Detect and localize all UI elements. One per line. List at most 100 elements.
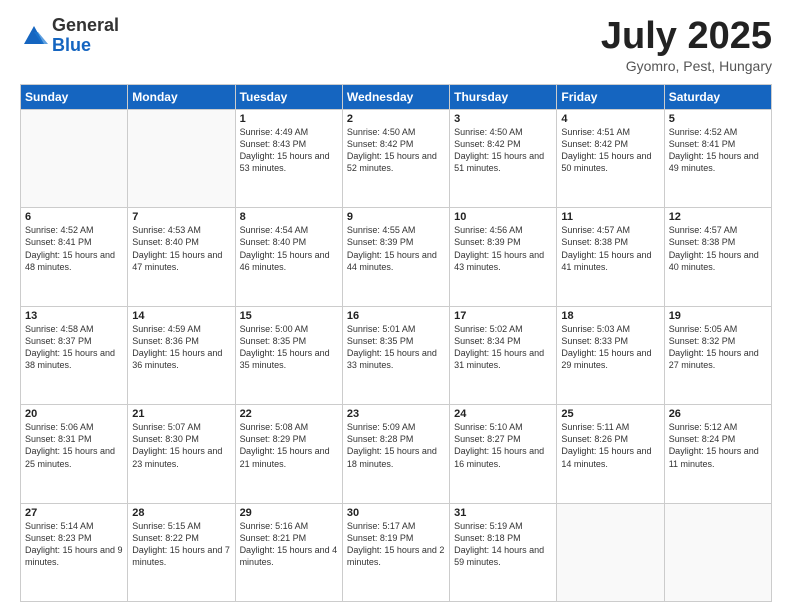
cell-info: Sunrise: 4:53 AMSunset: 8:40 PMDaylight:… xyxy=(132,224,230,273)
day-number: 4 xyxy=(561,113,659,125)
day-number: 15 xyxy=(240,310,338,322)
cell-info: Sunrise: 4:52 AMSunset: 8:41 PMDaylight:… xyxy=(669,126,767,175)
day-number: 5 xyxy=(669,113,767,125)
table-row xyxy=(557,503,664,601)
day-number: 12 xyxy=(669,211,767,223)
header: General Blue July 2025 Gyomro, Pest, Hun… xyxy=(20,16,772,74)
day-number: 11 xyxy=(561,211,659,223)
table-row: 4 Sunrise: 4:51 AMSunset: 8:42 PMDayligh… xyxy=(557,109,664,207)
table-row xyxy=(128,109,235,207)
day-number: 22 xyxy=(240,408,338,420)
day-number: 6 xyxy=(25,211,123,223)
logo-blue: Blue xyxy=(52,36,119,56)
table-row: 13 Sunrise: 4:58 AMSunset: 8:37 PMDaylig… xyxy=(21,306,128,404)
calendar-week-row: 6 Sunrise: 4:52 AMSunset: 8:41 PMDayligh… xyxy=(21,208,772,306)
table-row: 12 Sunrise: 4:57 AMSunset: 8:38 PMDaylig… xyxy=(664,208,771,306)
calendar-table: Sunday Monday Tuesday Wednesday Thursday… xyxy=(20,84,772,602)
table-row: 8 Sunrise: 4:54 AMSunset: 8:40 PMDayligh… xyxy=(235,208,342,306)
table-row: 16 Sunrise: 5:01 AMSunset: 8:35 PMDaylig… xyxy=(342,306,449,404)
day-number: 30 xyxy=(347,507,445,519)
cell-info: Sunrise: 5:10 AMSunset: 8:27 PMDaylight:… xyxy=(454,421,552,470)
day-number: 21 xyxy=(132,408,230,420)
table-row xyxy=(21,109,128,207)
day-number: 31 xyxy=(454,507,552,519)
table-row: 2 Sunrise: 4:50 AMSunset: 8:42 PMDayligh… xyxy=(342,109,449,207)
cell-info: Sunrise: 5:07 AMSunset: 8:30 PMDaylight:… xyxy=(132,421,230,470)
logo: General Blue xyxy=(20,16,119,56)
col-sunday: Sunday xyxy=(21,84,128,109)
cell-info: Sunrise: 5:08 AMSunset: 8:29 PMDaylight:… xyxy=(240,421,338,470)
table-row: 30 Sunrise: 5:17 AMSunset: 8:19 PMDaylig… xyxy=(342,503,449,601)
day-number: 17 xyxy=(454,310,552,322)
day-number: 9 xyxy=(347,211,445,223)
day-number: 2 xyxy=(347,113,445,125)
cell-info: Sunrise: 4:51 AMSunset: 8:42 PMDaylight:… xyxy=(561,126,659,175)
title-area: July 2025 Gyomro, Pest, Hungary xyxy=(601,16,772,74)
calendar-header-row: Sunday Monday Tuesday Wednesday Thursday… xyxy=(21,84,772,109)
cell-info: Sunrise: 5:09 AMSunset: 8:28 PMDaylight:… xyxy=(347,421,445,470)
logo-icon xyxy=(20,22,48,50)
cell-info: Sunrise: 5:17 AMSunset: 8:19 PMDaylight:… xyxy=(347,520,445,569)
cell-info: Sunrise: 5:05 AMSunset: 8:32 PMDaylight:… xyxy=(669,323,767,372)
col-wednesday: Wednesday xyxy=(342,84,449,109)
day-number: 3 xyxy=(454,113,552,125)
calendar-week-row: 1 Sunrise: 4:49 AMSunset: 8:43 PMDayligh… xyxy=(21,109,772,207)
cell-info: Sunrise: 4:58 AMSunset: 8:37 PMDaylight:… xyxy=(25,323,123,372)
cell-info: Sunrise: 5:02 AMSunset: 8:34 PMDaylight:… xyxy=(454,323,552,372)
day-number: 8 xyxy=(240,211,338,223)
table-row: 14 Sunrise: 4:59 AMSunset: 8:36 PMDaylig… xyxy=(128,306,235,404)
table-row: 9 Sunrise: 4:55 AMSunset: 8:39 PMDayligh… xyxy=(342,208,449,306)
day-number: 18 xyxy=(561,310,659,322)
cell-info: Sunrise: 5:03 AMSunset: 8:33 PMDaylight:… xyxy=(561,323,659,372)
day-number: 27 xyxy=(25,507,123,519)
table-row: 27 Sunrise: 5:14 AMSunset: 8:23 PMDaylig… xyxy=(21,503,128,601)
table-row: 22 Sunrise: 5:08 AMSunset: 8:29 PMDaylig… xyxy=(235,405,342,503)
table-row: 7 Sunrise: 4:53 AMSunset: 8:40 PMDayligh… xyxy=(128,208,235,306)
page: General Blue July 2025 Gyomro, Pest, Hun… xyxy=(0,0,792,612)
cell-info: Sunrise: 5:11 AMSunset: 8:26 PMDaylight:… xyxy=(561,421,659,470)
cell-info: Sunrise: 5:19 AMSunset: 8:18 PMDaylight:… xyxy=(454,520,552,569)
table-row: 6 Sunrise: 4:52 AMSunset: 8:41 PMDayligh… xyxy=(21,208,128,306)
calendar-week-row: 27 Sunrise: 5:14 AMSunset: 8:23 PMDaylig… xyxy=(21,503,772,601)
cell-info: Sunrise: 4:49 AMSunset: 8:43 PMDaylight:… xyxy=(240,126,338,175)
table-row: 10 Sunrise: 4:56 AMSunset: 8:39 PMDaylig… xyxy=(450,208,557,306)
day-number: 24 xyxy=(454,408,552,420)
table-row: 18 Sunrise: 5:03 AMSunset: 8:33 PMDaylig… xyxy=(557,306,664,404)
cell-info: Sunrise: 5:12 AMSunset: 8:24 PMDaylight:… xyxy=(669,421,767,470)
location-subtitle: Gyomro, Pest, Hungary xyxy=(601,58,772,74)
cell-info: Sunrise: 5:15 AMSunset: 8:22 PMDaylight:… xyxy=(132,520,230,569)
table-row: 21 Sunrise: 5:07 AMSunset: 8:30 PMDaylig… xyxy=(128,405,235,503)
table-row: 1 Sunrise: 4:49 AMSunset: 8:43 PMDayligh… xyxy=(235,109,342,207)
table-row: 20 Sunrise: 5:06 AMSunset: 8:31 PMDaylig… xyxy=(21,405,128,503)
month-title: July 2025 xyxy=(601,16,772,58)
col-monday: Monday xyxy=(128,84,235,109)
day-number: 25 xyxy=(561,408,659,420)
cell-info: Sunrise: 5:00 AMSunset: 8:35 PMDaylight:… xyxy=(240,323,338,372)
day-number: 14 xyxy=(132,310,230,322)
table-row: 31 Sunrise: 5:19 AMSunset: 8:18 PMDaylig… xyxy=(450,503,557,601)
table-row: 24 Sunrise: 5:10 AMSunset: 8:27 PMDaylig… xyxy=(450,405,557,503)
day-number: 16 xyxy=(347,310,445,322)
cell-info: Sunrise: 5:14 AMSunset: 8:23 PMDaylight:… xyxy=(25,520,123,569)
cell-info: Sunrise: 4:57 AMSunset: 8:38 PMDaylight:… xyxy=(669,224,767,273)
day-number: 10 xyxy=(454,211,552,223)
calendar-week-row: 20 Sunrise: 5:06 AMSunset: 8:31 PMDaylig… xyxy=(21,405,772,503)
day-number: 19 xyxy=(669,310,767,322)
day-number: 20 xyxy=(25,408,123,420)
table-row: 5 Sunrise: 4:52 AMSunset: 8:41 PMDayligh… xyxy=(664,109,771,207)
cell-info: Sunrise: 4:56 AMSunset: 8:39 PMDaylight:… xyxy=(454,224,552,273)
logo-general: General xyxy=(52,16,119,36)
table-row: 11 Sunrise: 4:57 AMSunset: 8:38 PMDaylig… xyxy=(557,208,664,306)
table-row: 26 Sunrise: 5:12 AMSunset: 8:24 PMDaylig… xyxy=(664,405,771,503)
day-number: 7 xyxy=(132,211,230,223)
table-row: 17 Sunrise: 5:02 AMSunset: 8:34 PMDaylig… xyxy=(450,306,557,404)
table-row: 23 Sunrise: 5:09 AMSunset: 8:28 PMDaylig… xyxy=(342,405,449,503)
table-row: 15 Sunrise: 5:00 AMSunset: 8:35 PMDaylig… xyxy=(235,306,342,404)
col-thursday: Thursday xyxy=(450,84,557,109)
col-saturday: Saturday xyxy=(664,84,771,109)
cell-info: Sunrise: 5:16 AMSunset: 8:21 PMDaylight:… xyxy=(240,520,338,569)
cell-info: Sunrise: 5:06 AMSunset: 8:31 PMDaylight:… xyxy=(25,421,123,470)
cell-info: Sunrise: 4:55 AMSunset: 8:39 PMDaylight:… xyxy=(347,224,445,273)
cell-info: Sunrise: 4:50 AMSunset: 8:42 PMDaylight:… xyxy=(454,126,552,175)
table-row xyxy=(664,503,771,601)
